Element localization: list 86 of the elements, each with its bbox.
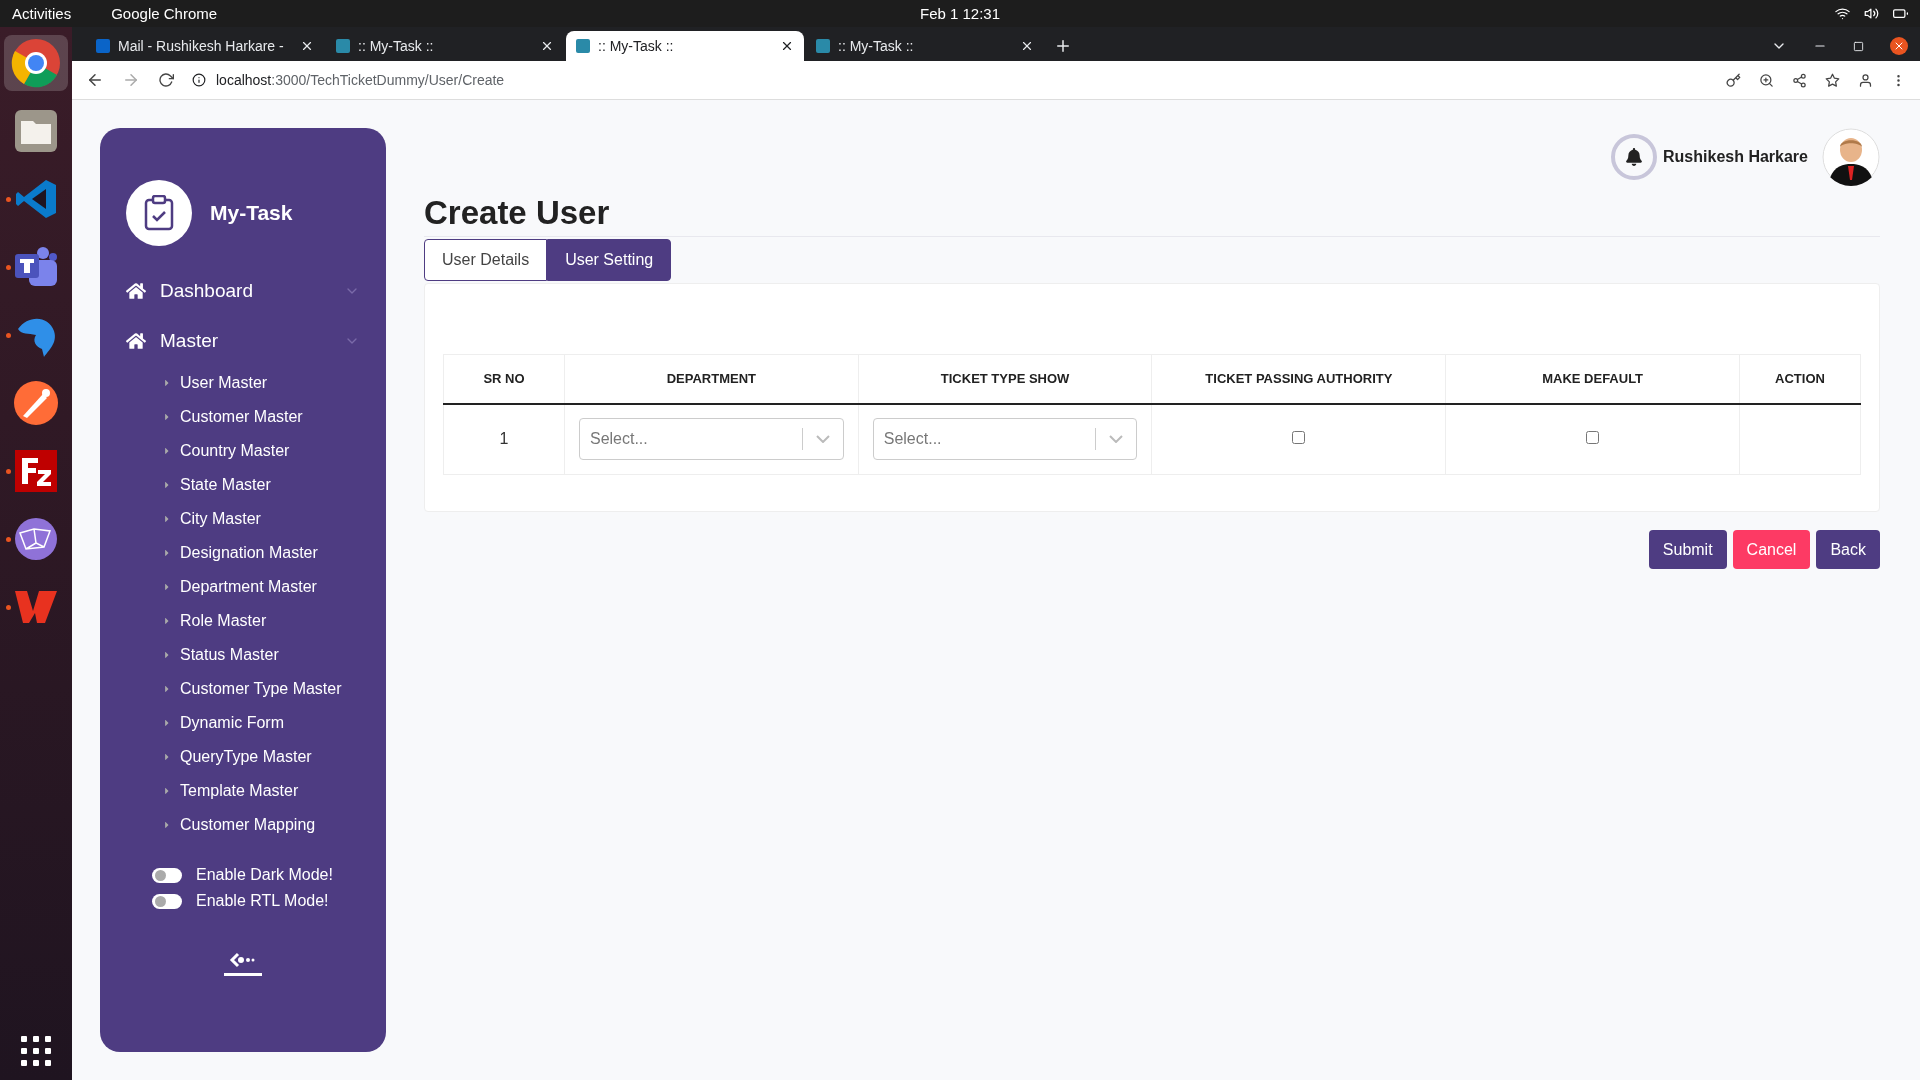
checkbox[interactable]: [1586, 431, 1600, 445]
close-icon: [1893, 40, 1905, 52]
submenu-item[interactable]: User Master: [126, 366, 360, 400]
submenu-item[interactable]: Status Master: [126, 638, 360, 672]
address-field[interactable]: localhost:3000/TechTicketDummy/User/Create: [216, 72, 505, 88]
brand-name: My-Task: [210, 201, 293, 225]
column-header: DEPARTMENT: [564, 354, 859, 404]
user-name: Rushikesh Harkare: [1663, 148, 1808, 166]
checkbox[interactable]: [1292, 431, 1306, 445]
select-field[interactable]: Select...: [872, 418, 1138, 461]
close-window-button[interactable]: [1890, 37, 1908, 55]
toggle-label: Enable Dark Mode!: [196, 866, 333, 884]
notification-button[interactable]: [1611, 134, 1658, 180]
submenu-item[interactable]: Customer Mapping: [126, 808, 360, 842]
battery-icon[interactable]: [1893, 6, 1908, 21]
menu-item[interactable]: Dashboard: [126, 266, 360, 316]
share-icon[interactable]: [1792, 72, 1807, 88]
user-avatar[interactable]: [1822, 128, 1880, 186]
submenu-item[interactable]: City Master: [126, 502, 360, 536]
toggle-switch[interactable]: [152, 893, 182, 909]
toggle-switch[interactable]: [152, 867, 182, 883]
menu-item[interactable]: Master: [126, 316, 360, 366]
browser-tab[interactable]: Mail - Rushikesh Harkare -: [86, 31, 324, 61]
home-icon: [126, 331, 146, 351]
apps-grid-icon[interactable]: [21, 1036, 51, 1066]
activities-button[interactable]: Activities: [12, 5, 72, 22]
app-menu[interactable]: Google Chrome: [111, 5, 218, 22]
back-icon[interactable]: [86, 71, 104, 89]
restore-icon[interactable]: [1853, 40, 1864, 52]
volume-icon[interactable]: [1864, 6, 1879, 21]
code-editor-icon[interactable]: [14, 177, 58, 221]
clipboard-icon: [143, 195, 175, 231]
back-button[interactable]: Back: [1816, 530, 1880, 569]
close-tab-icon[interactable]: [300, 39, 314, 53]
submenu-item[interactable]: Designation Master: [126, 536, 360, 570]
bell-icon: [1625, 148, 1644, 166]
submenu-item[interactable]: Role Master: [126, 604, 360, 638]
zoom-icon[interactable]: [1759, 72, 1774, 88]
cancel-button[interactable]: Cancel: [1732, 530, 1811, 569]
column-header: TICKET PASSING AUTHORITY: [1152, 354, 1446, 404]
submit-button[interactable]: Submit: [1648, 530, 1727, 569]
new-tab-icon[interactable]: [1054, 37, 1072, 55]
close-tab-icon[interactable]: [780, 39, 794, 53]
table-cell: 1: [499, 430, 509, 448]
home-icon: [126, 281, 146, 301]
column-header: TICKET TYPE SHOW: [858, 354, 1152, 404]
browser-tab[interactable]: :: My-Task ::: [806, 31, 1044, 61]
browser-icon[interactable]: [10, 37, 62, 89]
reload-icon[interactable]: [158, 72, 174, 88]
chevron-down-icon: [1109, 435, 1124, 444]
column-header: MAKE DEFAULT: [1445, 354, 1740, 404]
column-header: SR NO: [443, 354, 565, 404]
chevron-down-icon: [815, 435, 830, 444]
submenu-item[interactable]: Customer Type Master: [126, 672, 360, 706]
transfer-app-icon[interactable]: [13, 448, 59, 494]
dock-item[interactable]: [4, 35, 68, 91]
submenu-item[interactable]: Dynamic Form: [126, 706, 360, 740]
browser-tab[interactable]: :: My-Task ::: [566, 31, 804, 61]
column-header: ACTION: [1739, 354, 1861, 404]
page-title: Create User: [424, 194, 1880, 237]
key-icon[interactable]: [1726, 72, 1741, 88]
wifi-icon[interactable]: [1835, 6, 1850, 21]
submenu-item[interactable]: Template Master: [126, 774, 360, 808]
submenu-item[interactable]: State Master: [126, 468, 360, 502]
profile-icon[interactable]: [1858, 72, 1873, 88]
submenu-item[interactable]: QueryType Master: [126, 740, 360, 774]
tab[interactable]: User Setting: [547, 239, 672, 281]
clock[interactable]: Feb 1 12:31: [919, 5, 1001, 22]
favicon-icon: [576, 39, 590, 53]
close-tab-icon[interactable]: [540, 39, 554, 53]
browser-tab[interactable]: :: My-Task ::: [326, 31, 564, 61]
close-tab-icon[interactable]: [1020, 39, 1034, 53]
toggle-label: Enable RTL Mode!: [196, 892, 329, 910]
submenu-item[interactable]: Customer Master: [126, 400, 360, 434]
info-icon[interactable]: [192, 73, 206, 87]
bookmark-icon[interactable]: [1825, 72, 1840, 88]
select-field[interactable]: Select...: [578, 418, 844, 461]
favicon-icon: [816, 39, 830, 53]
tab[interactable]: User Details: [424, 239, 548, 281]
submenu-item[interactable]: Department Master: [126, 570, 360, 604]
collapse-icon[interactable]: [224, 950, 262, 976]
favicon-icon: [96, 39, 110, 53]
rocket-icon[interactable]: [13, 380, 59, 426]
folder-icon[interactable]: [14, 109, 58, 153]
favicon-icon: [336, 39, 350, 53]
submenu-item[interactable]: Country Master: [126, 434, 360, 468]
